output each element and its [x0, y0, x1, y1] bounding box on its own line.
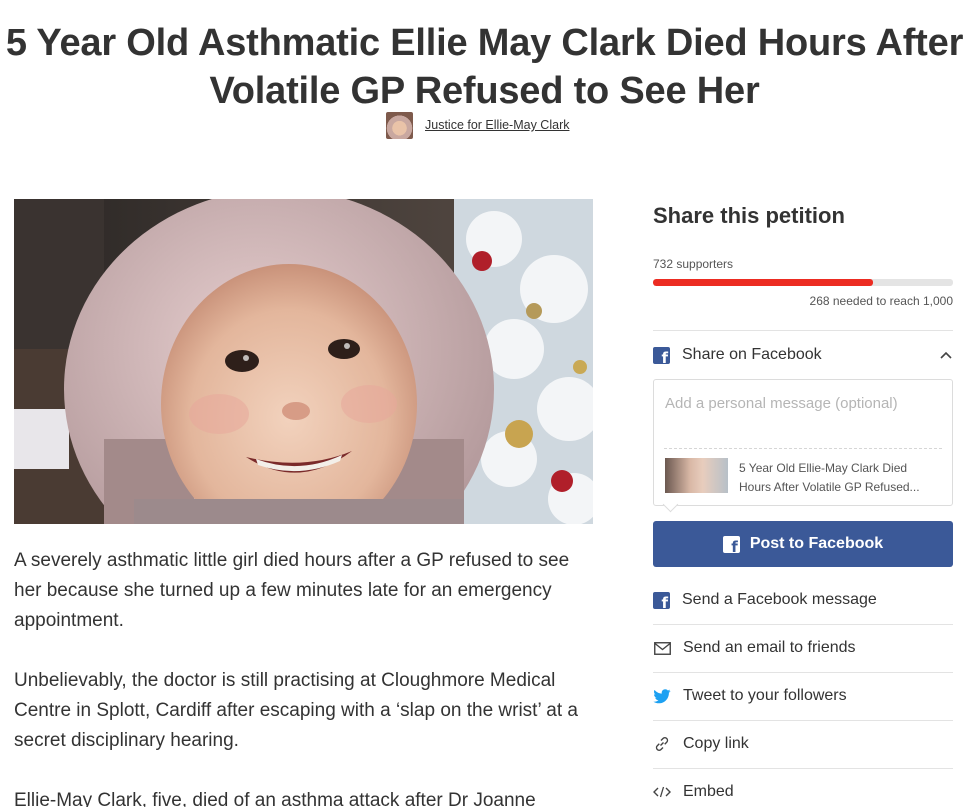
twitter-icon: [653, 687, 671, 705]
girl-photo: [14, 199, 593, 524]
personal-message-input[interactable]: Add a personal message (optional): [665, 395, 898, 412]
preview-thumbnail: [665, 458, 728, 493]
tweet-label: Tweet to your followers: [683, 687, 847, 704]
petition-title: 5 Year Old Asthmatic Ellie May Clark Die…: [5, 22, 964, 113]
petition-author: Justice for Ellie-May Clark: [386, 111, 569, 139]
divider: [653, 330, 953, 331]
supporters-progress-bar: [653, 279, 953, 286]
share-on-facebook-label: Share on Facebook: [682, 346, 822, 363]
supporters-count: 732 supporters: [653, 257, 734, 271]
preview-text: 5 Year Old Ellie-May Clark Died Hours Af…: [739, 461, 920, 494]
embed-label: Embed: [683, 783, 734, 800]
petition-page: 5 Year Old Asthmatic Ellie May Clark Die…: [0, 0, 969, 807]
share-title: Share this petition: [653, 203, 845, 228]
supporters-needed: 268 needed to reach 1,000: [809, 294, 953, 308]
send-facebook-message-row[interactable]: Send a Facebook message: [653, 577, 953, 623]
facebook-icon: [722, 535, 740, 556]
embed-icon: [653, 783, 671, 801]
body-paragraph-2: Unbelievably, the doctor is still practi…: [14, 670, 578, 751]
facebook-icon: [653, 346, 670, 367]
send-email-label: Send an email to friends: [683, 639, 856, 656]
chevron-up-icon[interactable]: [939, 348, 953, 362]
email-icon: [653, 639, 671, 657]
facebook-message-box[interactable]: Add a personal message (optional) 5 Year…: [653, 379, 953, 506]
send-facebook-message-label: Send a Facebook message: [682, 591, 877, 608]
embed-row[interactable]: Embed: [653, 769, 953, 807]
author-link[interactable]: Justice for Ellie-May Clark: [425, 118, 569, 132]
message-divider: [664, 448, 942, 449]
share-on-facebook-toggle[interactable]: Share on Facebook: [653, 332, 953, 378]
progress-fill: [653, 279, 873, 286]
post-to-facebook-button[interactable]: Post to Facebook: [653, 521, 953, 567]
link-icon: [653, 735, 671, 753]
tweet-row[interactable]: Tweet to your followers: [653, 673, 953, 719]
body-paragraph-3: Ellie-May Clark, five, died of an asthma…: [14, 790, 536, 807]
petition-hero-image: [14, 199, 593, 524]
post-to-facebook-label: Post to Facebook: [749, 535, 884, 552]
body-paragraph-1: A severely asthmatic little girl died ho…: [14, 550, 570, 631]
copy-link-row[interactable]: Copy link: [653, 721, 953, 767]
facebook-icon: [653, 591, 670, 612]
copy-link-label: Copy link: [683, 735, 749, 752]
author-avatar[interactable]: [386, 111, 413, 139]
send-email-row[interactable]: Send an email to friends: [653, 625, 953, 671]
